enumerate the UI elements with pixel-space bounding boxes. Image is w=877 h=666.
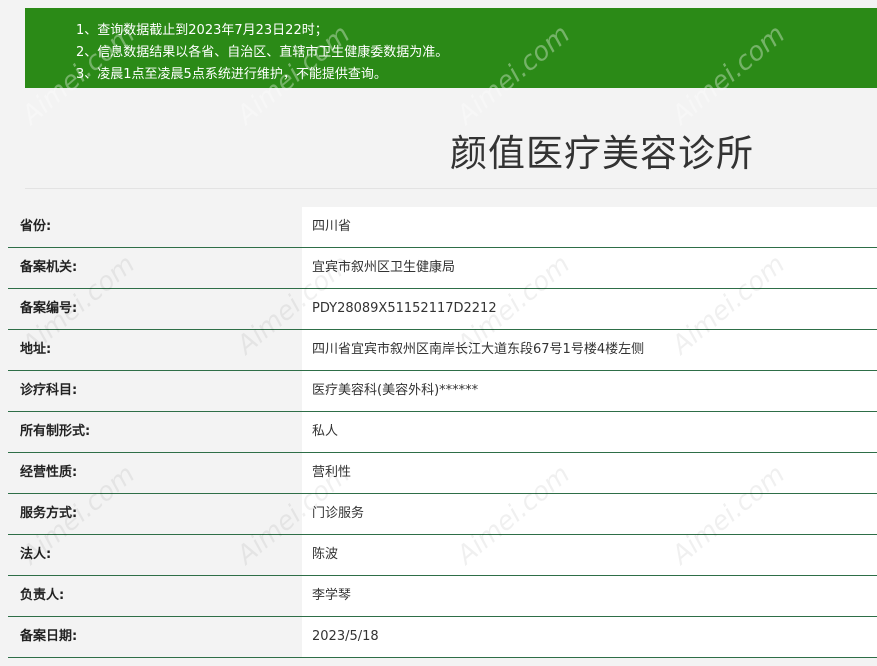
notice-line-1: 1、查询数据截止到2023年7月23日22时； [76,23,328,38]
page: 1、查询数据截止到2023年7月23日22时； 2、信息数据结果以各省、自治区、… [0,0,877,666]
row-label: 经营性质: [20,465,78,480]
row-label: 诊疗科目: [20,383,78,398]
page-title: 颜值医疗美容诊所 [450,132,754,175]
row-label: 备案日期: [20,629,78,644]
row-value: 医疗美容科(美容外科)****** [302,371,877,411]
table-row: 备案机关: 宜宾市叙州区卫生健康局 [8,248,877,289]
table-row: 经营性质: 营利性 [8,453,877,494]
table-row: 负责人: 李学琴 [8,576,877,617]
notice-line-3: 3、凌晨1点至凌晨5点系统进行维护，不能提供查询。 [76,67,387,82]
table-row: 法人: 陈波 [8,535,877,576]
table-row: 诊疗科目: 医疗美容科(美容外科)****** [8,371,877,412]
info-table: 省份: 四川省 备案机关: 宜宾市叙州区卫生健康局 备案编号: PDY28089… [8,207,877,658]
row-value: 四川省宜宾市叙州区南岸长江大道东段67号1号楼4楼左侧 [302,330,877,370]
row-value: 宜宾市叙州区卫生健康局 [302,248,877,288]
table-row: 备案日期: 2023/5/18 [8,617,877,658]
title-area: 颜值医疗美容诊所 [25,96,877,189]
table-row: 所有制形式: 私人 [8,412,877,453]
row-value: 营利性 [302,453,877,493]
row-label: 负责人: [20,588,65,603]
row-value: 李学琴 [302,576,877,616]
row-label: 服务方式: [20,506,78,521]
row-label: 备案机关: [20,260,78,275]
table-row: 省份: 四川省 [8,207,877,248]
row-label: 省份: [20,219,52,234]
row-value: 陈波 [302,535,877,575]
row-label: 地址: [20,342,52,357]
row-label: 法人: [20,547,52,562]
row-label: 所有制形式: [20,424,91,439]
row-label: 备案编号: [20,301,78,316]
table-row: 地址: 四川省宜宾市叙州区南岸长江大道东段67号1号楼4楼左侧 [8,330,877,371]
table-row: 备案编号: PDY28089X51152117D2212 [8,289,877,330]
row-value: 私人 [302,412,877,452]
row-value: 门诊服务 [302,494,877,534]
table-row: 服务方式: 门诊服务 [8,494,877,535]
row-value: 2023/5/18 [302,617,877,657]
row-value: PDY28089X51152117D2212 [302,289,877,329]
row-value: 四川省 [302,207,877,247]
notice-line-2: 2、信息数据结果以各省、自治区、直辖市卫生健康委数据为准。 [76,45,449,60]
notice-banner: 1、查询数据截止到2023年7月23日22时； 2、信息数据结果以各省、自治区、… [25,8,877,88]
